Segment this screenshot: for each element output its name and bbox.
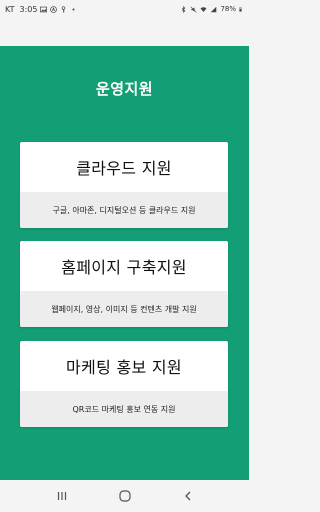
back-button[interactable] [173, 486, 203, 506]
card-description: 구글, 아마존, 디지털오션 등 클라우드 지원 [20, 192, 228, 228]
clock: 3:05 [19, 4, 38, 14]
page-title: 운영지원 [95, 80, 154, 98]
image-icon [40, 6, 48, 12]
battery-icon [239, 7, 242, 12]
navigation-bar [0, 480, 249, 512]
card-homepage-support[interactable]: 홈페이지 구축지원 웹페이지, 영상, 이미지 등 컨텐츠 개발 지원 [20, 241, 228, 327]
home-button[interactable] [110, 486, 140, 506]
wifi-icon [200, 6, 207, 12]
app-bar [0, 18, 249, 46]
battery-percent: 78% [220, 5, 236, 13]
dot-icon [73, 8, 75, 10]
mute-icon [190, 5, 197, 13]
a-circle-icon [50, 5, 58, 13]
card-description: 웹페이지, 영상, 이미지 등 컨텐츠 개발 지원 [20, 291, 228, 327]
status-left: KT 3:05 [5, 5, 77, 14]
recents-button[interactable] [47, 486, 77, 506]
screen: KT 3:05 78% 운영지원 클라우드 지원 구글, 아마존, 디지털오션 … [0, 0, 249, 512]
status-right: 78% [180, 5, 244, 13]
card-marketing-support[interactable]: 마케팅 홍보 지원 QR코드 마케팅 홍보 연동 지원 [20, 341, 228, 427]
signal-icon [211, 6, 217, 12]
status-bar: KT 3:05 78% [0, 0, 249, 18]
carrier-label: KT [5, 4, 15, 14]
card-description: QR코드 마케팅 홍보 연동 지원 [20, 391, 228, 427]
recents-icon [57, 492, 66, 500]
bluetooth-icon [182, 5, 186, 13]
home-icon [118, 490, 131, 502]
card-title: 마케팅 홍보 지원 [66, 358, 182, 377]
key-icon [62, 5, 66, 13]
card-cloud-support[interactable]: 클라우드 지원 구글, 아마존, 디지털오션 등 클라우드 지원 [20, 142, 228, 228]
card-title: 클라우드 지원 [76, 159, 172, 178]
card-title: 홈페이지 구축지원 [61, 258, 187, 277]
back-icon [184, 491, 190, 501]
